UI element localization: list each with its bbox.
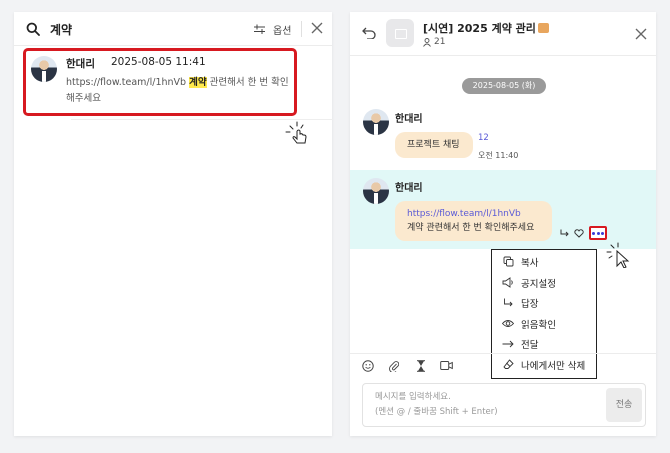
message-bubble[interactable]: https://flow.team/l/1hnVb 계약 관련해서 한 번 확인…: [395, 201, 552, 241]
composer-toolbar: [350, 353, 656, 377]
close-search-icon[interactable]: [311, 22, 323, 34]
arrow-cursor-icon: [606, 242, 630, 268]
result-timestamp: 2025-08-05 11:41: [111, 56, 206, 68]
menu-item-read-check[interactable]: 읽음확인: [492, 314, 598, 333]
scroll-emoji-icon: [537, 23, 549, 33]
avatar: [31, 56, 57, 82]
date-divider: 2025-08-05 (화): [462, 78, 546, 94]
member-count[interactable]: 21: [423, 37, 445, 47]
divider: [301, 21, 302, 37]
search-result-item[interactable]: 한대리 2025-08-05 11:41 https://flow.team/l…: [23, 48, 297, 116]
menu-item-label: 답장: [521, 298, 539, 310]
search-icon: [26, 22, 40, 36]
hand-cursor-icon: [285, 121, 307, 144]
options-label: 옵션: [273, 25, 292, 37]
room-thumbnail: [386, 19, 414, 47]
menu-item-label: 읽음확인: [521, 319, 556, 331]
megaphone-icon: [501, 276, 515, 290]
result-text-before: https://flow.team/l/1hnVb: [66, 77, 190, 88]
dot: [592, 231, 595, 235]
menu-item-notice[interactable]: 공지설정: [492, 273, 598, 292]
room-title-text: [시연] 2025 계약 관리: [423, 22, 536, 35]
message-link[interactable]: https://flow.team/l/1hnVb: [407, 207, 552, 221]
chat-header: [시연] 2025 계약 관리 21: [350, 12, 656, 56]
menu-item-label: 전달: [521, 339, 539, 351]
avatar[interactable]: [363, 109, 389, 135]
menu-item-label: 공지설정: [521, 278, 556, 290]
message-bubble[interactable]: 프로젝트 채팅: [395, 132, 473, 158]
options-button[interactable]: 옵션: [254, 21, 291, 37]
emoji-icon[interactable]: [362, 360, 374, 372]
dot: [601, 231, 604, 235]
forward-arrow-icon: [501, 337, 515, 351]
message-sender: 한대리: [395, 183, 423, 194]
message-composer: 전송: [362, 383, 646, 427]
message-input[interactable]: [375, 390, 605, 422]
member-count-value: 21: [434, 37, 446, 47]
unread-count[interactable]: 12: [478, 133, 489, 143]
reply-icon: [501, 296, 515, 310]
search-input[interactable]: [50, 18, 230, 40]
message-sender: 한대리: [395, 114, 423, 125]
eye-icon: [501, 317, 515, 331]
filter-options-icon: [254, 24, 265, 34]
avatar[interactable]: [363, 178, 389, 204]
heart-icon[interactable]: [574, 228, 584, 238]
hourglass-icon[interactable]: [416, 360, 426, 372]
search-highlight: 계약: [189, 77, 207, 88]
menu-item-forward[interactable]: 전달: [492, 334, 598, 353]
message-hover-actions: [560, 226, 607, 240]
result-sender: 한대리: [66, 58, 95, 70]
copy-icon: [501, 255, 515, 269]
reply-icon[interactable]: [560, 229, 569, 238]
menu-item-label: 복사: [521, 257, 539, 269]
search-bar: 옵션: [14, 12, 332, 46]
dot: [596, 231, 600, 235]
attachment-icon[interactable]: [389, 360, 399, 372]
search-panel: 옵션 한대리 2025-08-05 11:41 https://flow.tea…: [14, 12, 333, 436]
person-icon: [423, 37, 431, 47]
video-call-icon[interactable]: [440, 360, 453, 371]
message-text: 계약 관련해서 한 번 확인해주세요: [407, 223, 535, 233]
message-time: 오전 11:40: [478, 151, 519, 160]
menu-item-reply[interactable]: 답장: [492, 293, 598, 312]
menu-item-copy[interactable]: 복사: [492, 252, 598, 271]
send-button[interactable]: 전송: [606, 388, 642, 422]
result-text: https://flow.team/l/1hnVb 계약 관련해서 한 번 확인…: [66, 75, 294, 107]
close-chat-icon[interactable]: [635, 28, 647, 40]
more-options-button[interactable]: [589, 226, 607, 240]
chat-panel: [시연] 2025 계약 관리 21 2025-08-05 (화) 한대리 프로…: [350, 12, 656, 436]
room-title: [시연] 2025 계약 관리: [423, 20, 549, 36]
back-arrow-icon[interactable]: [362, 27, 376, 39]
